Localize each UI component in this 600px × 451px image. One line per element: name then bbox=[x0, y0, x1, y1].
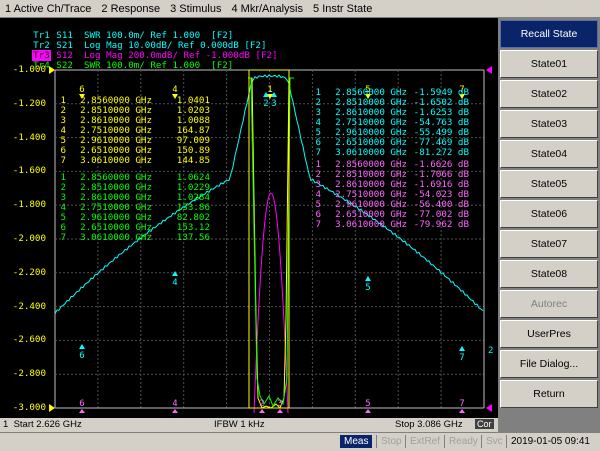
marker-value: 144.85 bbox=[176, 155, 210, 166]
extref-indicator: ExtRef bbox=[405, 435, 444, 448]
marker-number: 7 bbox=[60, 155, 66, 166]
marker-frequency: 3.0610000 GHz bbox=[335, 219, 407, 230]
scale-label: -1.400 bbox=[12, 131, 46, 143]
menu-mkr-analysis[interactable]: 4 Mkr/Analysis bbox=[226, 3, 308, 15]
softkey-state04[interactable]: State04 bbox=[500, 140, 598, 168]
marker-row: 7 3.0610000 GHz 137.56 bbox=[50, 233, 210, 243]
marker-value: -79.962 dB bbox=[413, 219, 469, 230]
scale-label: -1.800 bbox=[12, 199, 46, 211]
menu-active-ch-trace[interactable]: 1 Active Ch/Trace bbox=[0, 3, 96, 15]
trace-settings: S22 SWR 100.0m/ Ref 1.000 [F2] bbox=[50, 60, 234, 71]
softkey-state07[interactable]: State07 bbox=[500, 230, 598, 258]
channel-status-bar: 1 Start 2.626 GHz IFBW 1 kHz Stop 3.086 … bbox=[0, 418, 498, 432]
marker-number: 7 bbox=[315, 219, 321, 230]
date-time: 2019-01-05 09:41 bbox=[506, 435, 594, 448]
scale-label: -1.200 bbox=[12, 97, 46, 109]
reference-arrow-icon bbox=[486, 404, 492, 412]
marker-flag[interactable]: 2 bbox=[259, 399, 264, 409]
marker-table-green: 1 2.8560000 GHz 1.0624 2 2.8510000 GHz 1.0229… bbox=[50, 173, 210, 243]
scale-label: -2.800 bbox=[12, 368, 46, 380]
marker-row: 7 3.0610000 GHz 144.85 bbox=[50, 156, 210, 166]
marker-arrow-icon bbox=[172, 409, 178, 413]
marker-value: 137.56 bbox=[176, 232, 210, 243]
marker-value: -81.272 dB bbox=[413, 147, 469, 158]
softkey-state02[interactable]: State02 bbox=[500, 80, 598, 108]
marker-table-yellow: 1 2.8560000 GHz 1.0401 2 2.8510000 GHz 1.0203… bbox=[50, 96, 210, 166]
marker-arrow-icon bbox=[459, 409, 465, 413]
marker-frequency: 3.0610000 GHz bbox=[80, 155, 152, 166]
marker-arrow-icon bbox=[277, 409, 283, 413]
marker-number: 7 bbox=[315, 147, 321, 158]
marker-flag[interactable]: 6 bbox=[79, 399, 84, 409]
measurement-screen[interactable]: 641572364576423572 Tr1 S11 SWR 100.0m/ R… bbox=[0, 18, 498, 418]
menu-stimulus[interactable]: 3 Stimulus bbox=[165, 3, 226, 15]
ifbw: IFBW 1 kHz bbox=[214, 419, 265, 430]
marker-table-cyan: 1 2.8560000 GHz -1.5949 dB 2 2.8510000 GHz -1… bbox=[305, 88, 469, 158]
marker-arrow-icon bbox=[259, 409, 265, 413]
marker-table-magenta: 1 2.8560000 GHz -1.6626 dB 2 2.8510000 GHz -1… bbox=[305, 160, 469, 230]
trace-s12 bbox=[253, 192, 289, 414]
marker-arrow-icon bbox=[79, 409, 85, 413]
softkey-state06[interactable]: State06 bbox=[500, 200, 598, 228]
marker-flag[interactable]: 5 bbox=[365, 283, 370, 293]
start-frequency: Start 2.626 GHz bbox=[13, 419, 82, 430]
softkey-autorec[interactable]: Autorec bbox=[500, 290, 598, 318]
reference-arrow-icon bbox=[49, 404, 55, 412]
marker-flag[interactable]: 4 bbox=[172, 278, 177, 288]
marker-flag[interactable]: 4 bbox=[172, 85, 177, 95]
softkey-userpres[interactable]: UserPres bbox=[500, 320, 598, 348]
marker-row: 7 3.0610000 GHz -79.962 dB bbox=[305, 220, 469, 230]
scale-label: -1.000 bbox=[12, 64, 46, 75]
scale-label: -3.000 bbox=[12, 402, 46, 413]
softkey-panel: Recall State State01 State02 State03 Sta… bbox=[498, 18, 600, 432]
softkey-state08[interactable]: State08 bbox=[500, 260, 598, 288]
scale-label: -2.400 bbox=[12, 300, 46, 312]
marker-flag[interactable]: 3 bbox=[271, 99, 276, 109]
softkey-state03[interactable]: State03 bbox=[500, 110, 598, 138]
marker-arrow-icon bbox=[459, 346, 465, 351]
softkey-recall-state-title: Recall State bbox=[500, 20, 598, 48]
marker-flag[interactable]: 5 bbox=[365, 399, 370, 409]
instrument-status-bar: Meas Stop ExtRef Ready Svc 2019-01-05 09… bbox=[0, 432, 600, 451]
marker-arrow-icon bbox=[365, 276, 371, 281]
stop-frequency: Stop 3.086 GHz bbox=[395, 419, 463, 430]
svc-indicator: Svc bbox=[481, 435, 507, 448]
marker-arrow-icon bbox=[172, 271, 178, 276]
marker-flag[interactable]: 7 bbox=[459, 399, 464, 409]
trace-s11 bbox=[249, 77, 293, 409]
meas-indicator: Meas bbox=[340, 435, 373, 448]
marker-frequency: 3.0610000 GHz bbox=[335, 147, 407, 158]
menu-instr-state[interactable]: 5 Instr State bbox=[308, 3, 377, 15]
menu-bar: 1 Active Ch/Trace 2 Response 3 Stimulus … bbox=[0, 0, 600, 18]
marker-number: 7 bbox=[60, 232, 66, 243]
marker-arrow-icon bbox=[79, 344, 85, 349]
marker-flag[interactable]: 3 bbox=[277, 399, 282, 409]
marker-arrow-icon bbox=[365, 409, 371, 413]
marker-frequency: 3.0610000 GHz bbox=[80, 232, 152, 243]
marker-flag[interactable]: 6 bbox=[79, 351, 84, 361]
softkey-return[interactable]: Return bbox=[500, 380, 598, 408]
ready-indicator: Ready bbox=[444, 435, 482, 448]
marker-flag[interactable]: 1 bbox=[267, 85, 272, 95]
marker-flag[interactable]: 7 bbox=[459, 353, 464, 363]
scale-label: -2.200 bbox=[12, 266, 46, 278]
softkey-state05[interactable]: State05 bbox=[500, 170, 598, 198]
marker-flag[interactable]: 2 bbox=[263, 99, 268, 109]
channel-number: 1 Start 2.626 GHz bbox=[3, 419, 82, 430]
softkey-state01[interactable]: State01 bbox=[500, 50, 598, 78]
marker-row: 7 3.0610000 GHz -81.272 dB bbox=[305, 148, 469, 158]
marker-flag[interactable]: 4 bbox=[172, 399, 177, 409]
softkey-file-dialog[interactable]: File Dialog... bbox=[500, 350, 598, 378]
scale-label: -1.600 bbox=[12, 165, 46, 177]
stop-indicator: Stop bbox=[376, 435, 406, 448]
marker-flag[interactable]: 2 bbox=[488, 346, 493, 356]
scale-label: -2.000 bbox=[12, 233, 46, 244]
correction-badge: Cor bbox=[475, 419, 494, 429]
menu-response[interactable]: 2 Response bbox=[96, 3, 165, 15]
scale-label: -2.600 bbox=[12, 334, 46, 346]
marker-flag[interactable]: 6 bbox=[79, 85, 84, 95]
reference-arrow-icon bbox=[486, 66, 492, 74]
